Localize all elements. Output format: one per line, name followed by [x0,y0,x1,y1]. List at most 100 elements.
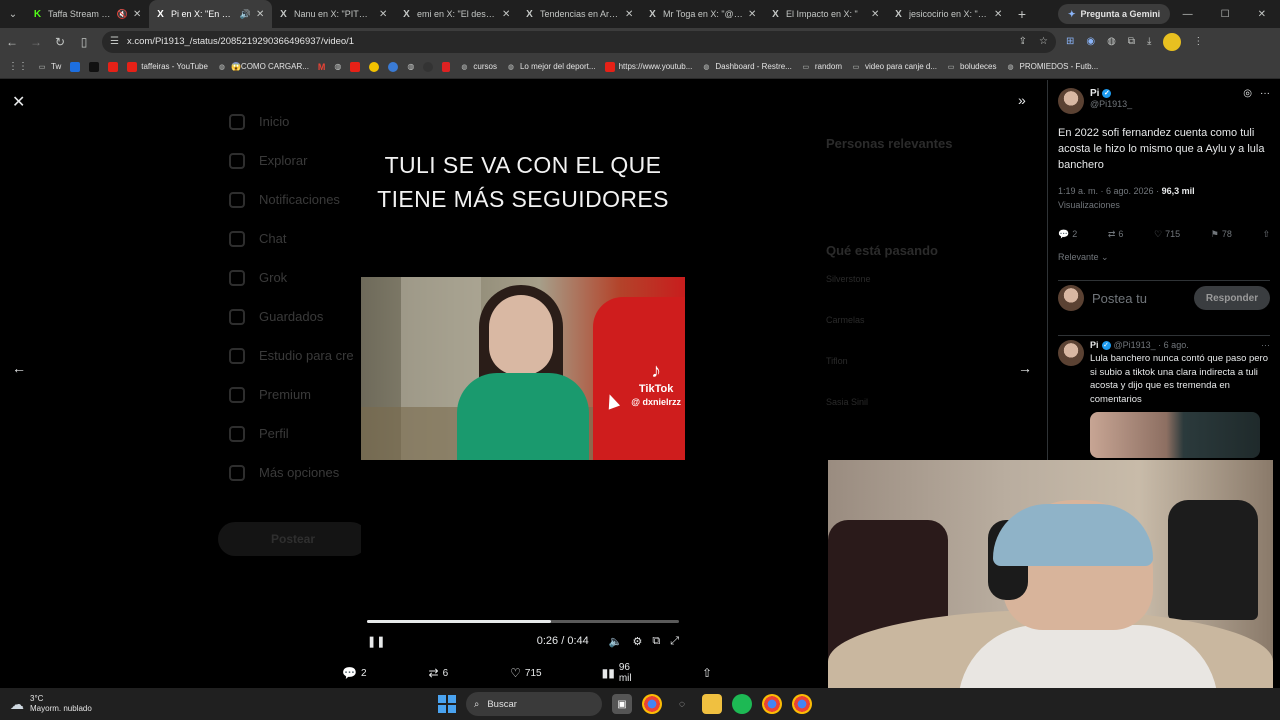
download-icon[interactable]: ⤓ [1147,36,1151,47]
site-info-icon[interactable]: ☰ [110,36,119,47]
author-name[interactable]: Pi ✓ [1090,88,1132,99]
windows-start-icon[interactable] [438,695,456,713]
tab-pi[interactable]: X Pi en X: "En 2022 🔊 ✕ [149,0,272,28]
close-tab-icon[interactable]: ✕ [256,9,266,20]
settings-gear-icon[interactable]: ⚙ [632,635,642,648]
chrome-icon[interactable] [792,694,812,714]
chrome-icon[interactable] [642,694,662,714]
tiktok-icon[interactable] [89,61,100,72]
reply-button[interactable]: 💬 2 [342,666,367,680]
reply-post[interactable]: Pi ✓ @Pi1913_ · 6 ago. ··· Lula banchero nu… [1058,335,1270,458]
globe-icon[interactable]: ◍ [407,62,414,71]
tab-tendencias[interactable]: X Tendencias en Argent ✕ [518,0,641,28]
tab-jesicocirio[interactable]: X jesicocirio en X: "Mar ✕ [887,0,1010,28]
reply-button[interactable]: 💬 2 [1058,229,1077,240]
views-button[interactable]: ▮▮ 96 mil [602,662,636,684]
pip-icon[interactable]: ⧉ [652,635,660,648]
tab-taffa[interactable]: K Taffa Stream - Wa 🔇 ✕ [26,0,149,28]
more-icon[interactable]: ··· [1261,340,1270,350]
tab-mrtoga[interactable]: X Mr Toga en X: "@lady ✕ [641,0,764,28]
menu-icon[interactable]: ⋮ [1193,36,1203,47]
more-icon[interactable]: ··· [1260,88,1270,114]
weather-widget[interactable]: ☁ 3°C Mayorm. nublado [0,694,200,714]
bookmark-item[interactable]: taffeiras - YouTube [127,61,208,72]
taskview-icon[interactable]: ▣ [612,694,632,714]
taskbar-search[interactable]: ⌕ Buscar [466,692,602,716]
bookmark-star-icon[interactable]: ☆ [1039,36,1048,47]
expand-panel-icon[interactable]: » [1018,92,1026,108]
tab-impacto[interactable]: X El Impacto en X: " ✕ [764,0,887,28]
sort-dropdown[interactable]: Relevante ⌄ [1058,252,1109,263]
share-button[interactable]: ⇧ [702,666,712,680]
bookmark-folder[interactable]: ▭ Tw [37,62,62,72]
previous-arrow-icon[interactable]: ← [12,360,26,376]
app-icon[interactable]: ◌ [672,694,692,714]
bookmark-item[interactable]: ◍ 😱COMO CARGAR... [217,62,309,72]
tab-emi[interactable]: X emi en X: "El descarg ✕ [395,0,518,28]
close-tab-icon[interactable]: ✕ [379,9,389,20]
repost-button[interactable]: ⇄ 6 [429,666,449,680]
author-handle[interactable]: @Pi1913_ [1090,99,1132,109]
forward-icon[interactable]: → [24,35,48,49]
close-tab-icon[interactable]: ✕ [625,9,635,20]
globe-icon[interactable]: ◍ [334,62,341,71]
translate-icon[interactable]: ⊞ [1066,36,1074,47]
file-explorer-icon[interactable] [702,694,722,714]
bookmark-item[interactable]: ◍ cursos [459,62,497,72]
close-tab-icon[interactable]: ✕ [502,9,512,20]
pause-icon[interactable]: ❚❚ [367,635,385,648]
close-tab-icon[interactable]: ✕ [133,9,143,20]
puzzle-icon[interactable]: ⧉ [1128,36,1135,47]
url-field[interactable]: ☰ x.com/Pi1913_/status/20852192903664969… [102,30,1056,53]
gmail-icon[interactable]: M [318,62,326,72]
tab-nanu[interactable]: X Nanu en X: "PITUFO I ✕ [272,0,395,28]
close-tab-icon[interactable]: ✕ [994,9,1004,20]
chrome-icon[interactable] [762,694,782,714]
back-icon[interactable]: ← [0,35,24,49]
app-icon[interactable] [423,61,434,72]
video-progress-bar[interactable] [367,620,679,623]
grok-icon[interactable]: ◎ [1243,88,1252,114]
avatar[interactable] [1058,88,1084,114]
app-icon[interactable] [369,61,380,72]
volume-icon[interactable]: 🔈 [609,635,623,648]
close-tab-icon[interactable]: ✕ [871,9,881,20]
extension-icon[interactable]: ◍ [1107,36,1116,47]
reply-author-name[interactable]: Pi [1090,340,1099,350]
close-tab-icon[interactable]: ✕ [748,9,758,20]
profile-avatar[interactable] [1163,32,1182,51]
app-icon[interactable] [350,61,361,72]
reload-icon[interactable]: ↻ [48,35,72,49]
bookmark-item[interactable]: ◍ PROMIEDOS - Futb... [1006,62,1098,72]
extension-icon[interactable]: ◉ [1086,36,1095,47]
river-icon[interactable] [442,61,451,72]
avatar[interactable] [1058,340,1084,366]
repost-button[interactable]: ⇄ 6 [1108,229,1124,240]
video-player[interactable]: TULI SE VA CON EL QUE TIENE MÁS SEGUIDOR… [361,120,685,656]
minimize-icon[interactable]: — [1183,9,1193,20]
close-icon[interactable]: ✕ [12,92,25,112]
spotify-icon[interactable] [732,694,752,714]
reply-input[interactable]: Postea tu [1092,291,1147,306]
close-window-icon[interactable]: ✕ [1258,9,1266,20]
muted-icon[interactable]: 🔇 [117,9,128,20]
fullscreen-icon[interactable]: ⤢ [670,635,679,648]
reply-media-thumbnail[interactable] [1090,412,1260,458]
youtube-icon[interactable] [108,61,119,72]
apps-icon[interactable]: ⋮⋮ [8,61,28,72]
share-button[interactable]: ⇧ [1262,229,1270,240]
bookmark-item[interactable]: ◍ Dashboard - Restre... [701,62,792,72]
bookmark-folder[interactable]: ▭ video para canje d... [851,62,937,72]
maximize-icon[interactable]: ☐ [1221,9,1230,20]
bookmark-item[interactable]: https://www.youtub... [604,61,692,72]
tab-search-icon[interactable]: ⌄ [0,0,26,28]
like-button[interactable]: ♡ 715 [1154,229,1180,240]
bookmark-button[interactable]: ⚑ 78 [1211,229,1232,240]
post-time[interactable]: 1:19 a. m. · 6 ago. 2026 · [1058,186,1162,196]
reply-submit-button[interactable]: Responder [1194,286,1270,310]
next-arrow-icon[interactable]: → [1018,360,1032,376]
install-icon[interactable]: ⇪ [1019,36,1027,47]
new-tab-button[interactable]: + [1010,6,1034,22]
audio-icon[interactable]: 🔊 [240,9,251,20]
app-icon[interactable] [70,61,81,72]
